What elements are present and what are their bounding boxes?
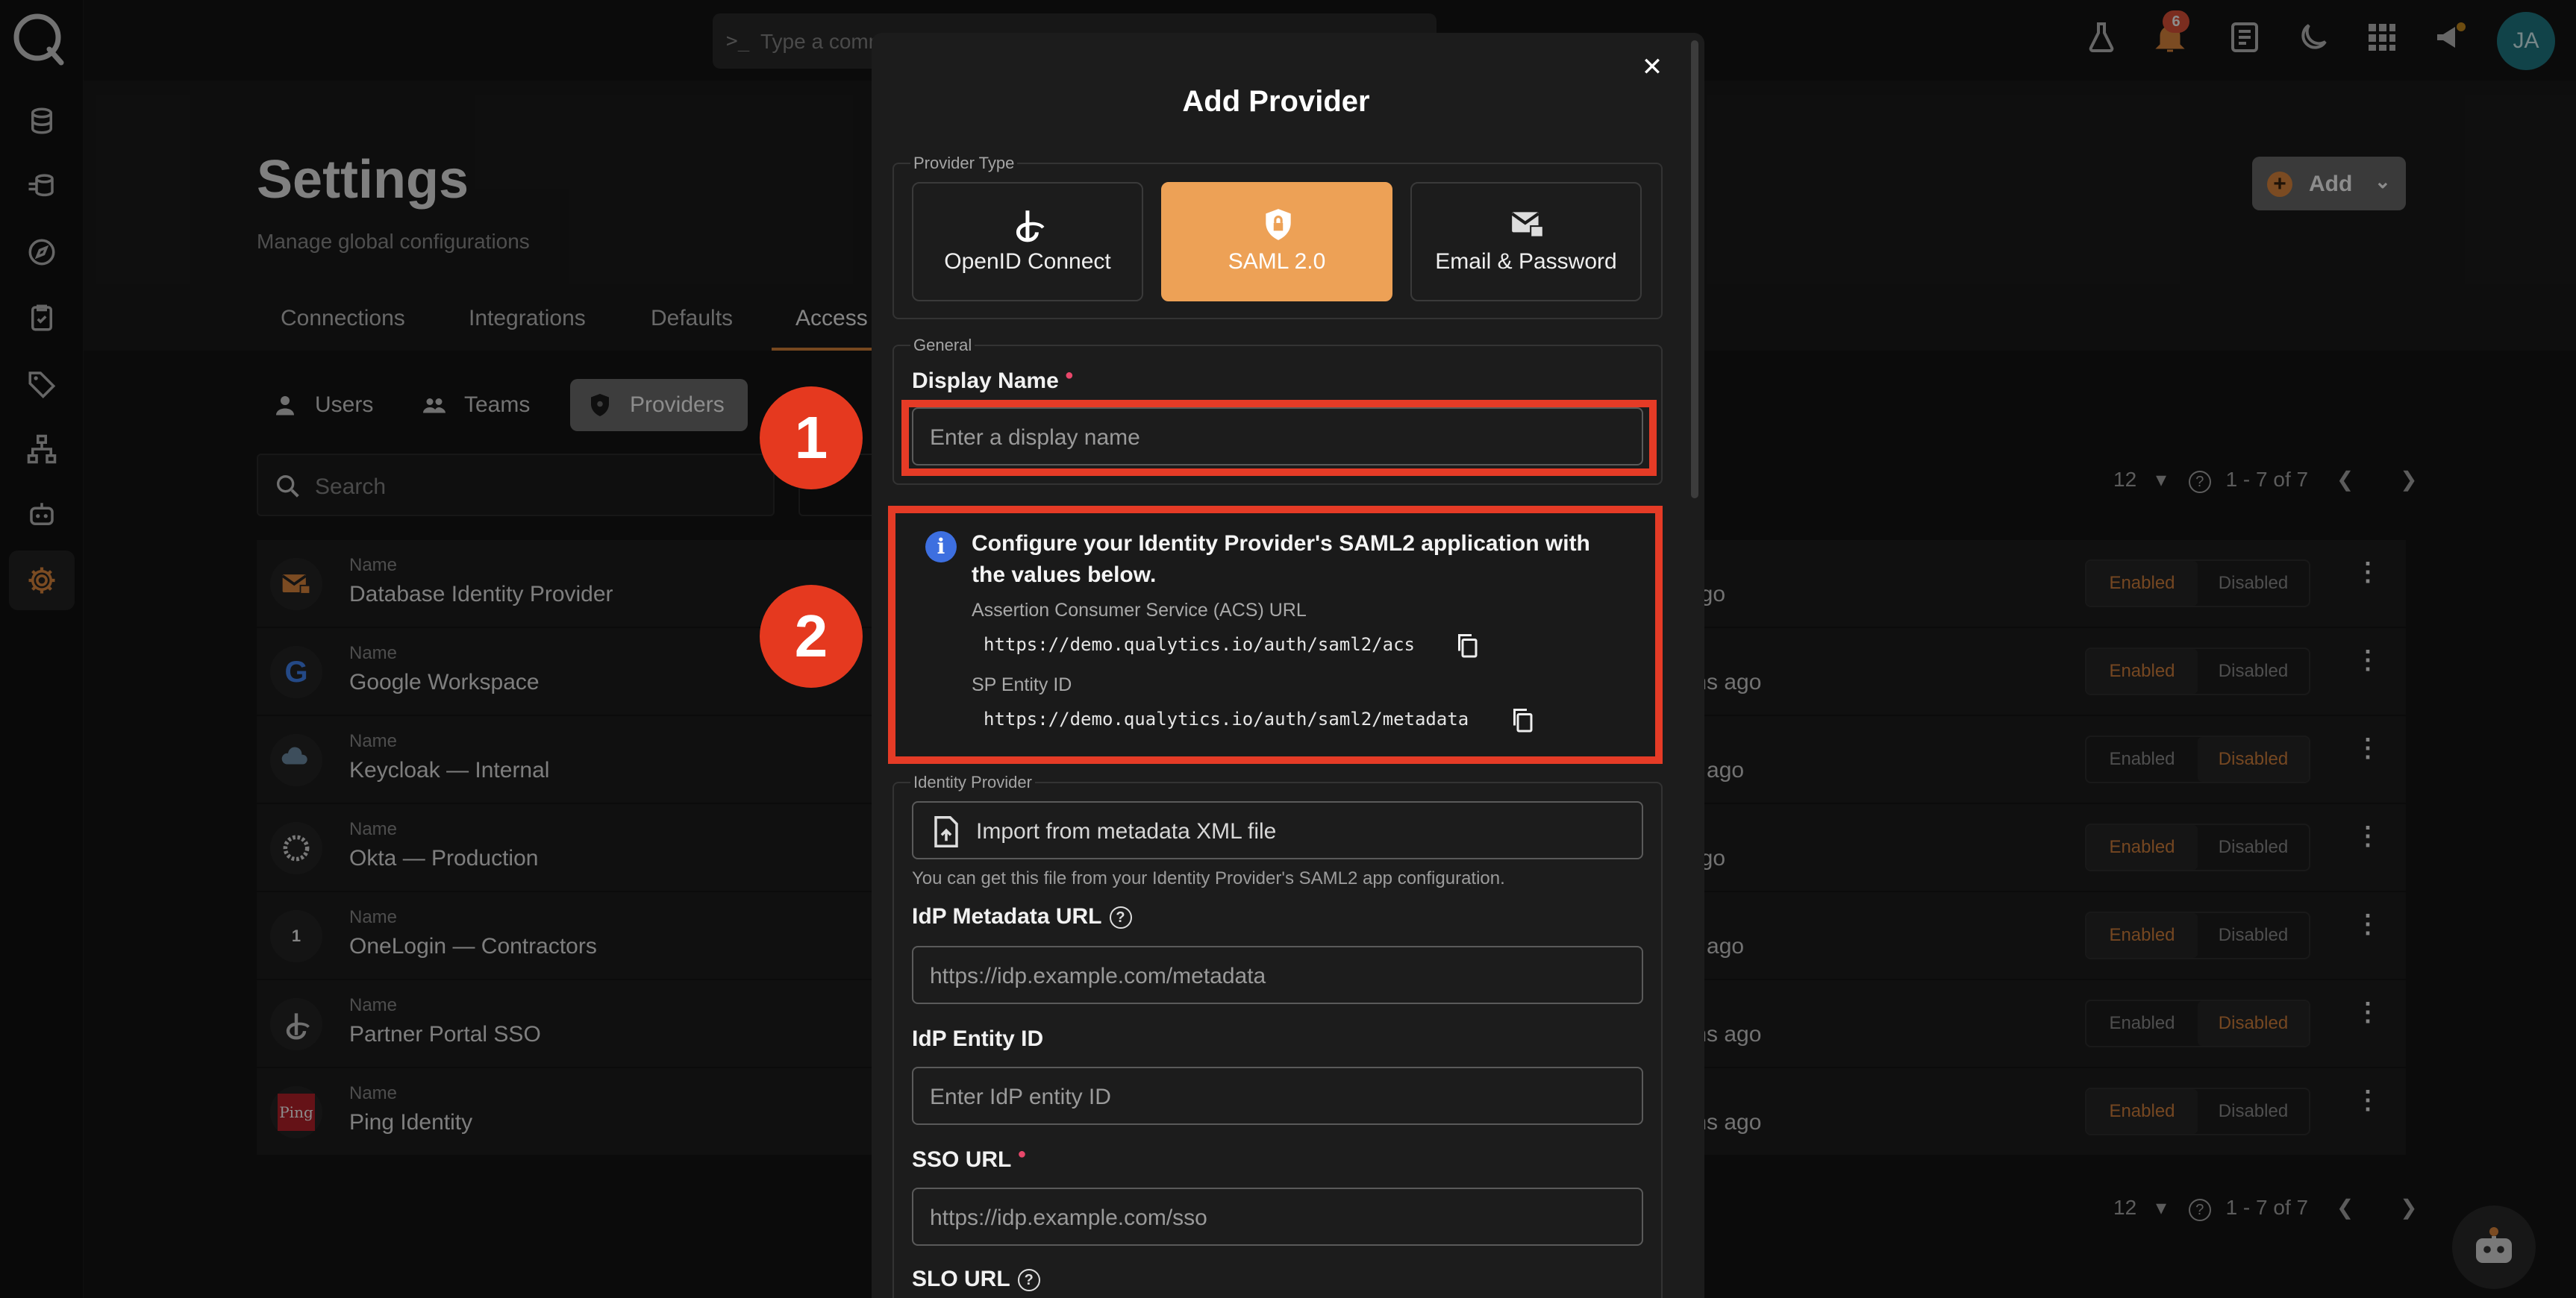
file-upload-icon (934, 816, 958, 847)
required-indicator: ● (1017, 1146, 1027, 1162)
mail-lock-icon (1510, 212, 1544, 238)
general-legend: General (910, 336, 975, 355)
entity-id-input[interactable]: Enter IdP entity ID (912, 1067, 1643, 1125)
metadata-url-label: IdP Metadata URL? (912, 904, 1132, 929)
modal-title: Add Provider (1182, 85, 1370, 118)
info-heading: Configure your Identity Provider's SAML2… (972, 531, 1590, 587)
close-icon[interactable]: ✕ (1639, 54, 1666, 81)
slo-url-label: SLO URL? (912, 1267, 1040, 1292)
acs-url-label: Assertion Consumer Service (ACS) URL (972, 600, 1307, 621)
sp-entity-label: SP Entity ID (972, 674, 1072, 695)
modal-scrollbar[interactable] (1691, 40, 1698, 498)
provider-type-openid[interactable]: OpenID Connect (912, 182, 1143, 301)
sso-url-label-text: SSO URL (912, 1147, 1012, 1172)
metadata-url-input[interactable]: https://idp.example.com/metadata (912, 946, 1643, 1004)
help-icon[interactable]: ? (1017, 1269, 1040, 1292)
sso-url-placeholder: https://idp.example.com/sso (930, 1205, 1207, 1230)
metadata-url-label-text: IdP Metadata URL (912, 904, 1102, 929)
acs-url-value: https://demo.qualytics.io/auth/saml2/acs (984, 634, 1415, 655)
import-metadata-button[interactable]: Import from metadata XML file (912, 801, 1643, 859)
copy-icon[interactable] (1509, 706, 1536, 734)
help-icon[interactable]: ? (1109, 906, 1132, 929)
annotation-marker-1: 1 (760, 386, 863, 489)
import-metadata-label: Import from metadata XML file (976, 819, 1277, 844)
provider-type-saml[interactable]: SAML 2.0 (1161, 182, 1392, 301)
provider-type-legend: Provider Type (910, 154, 1018, 173)
provider-type-label: Email & Password (1435, 249, 1617, 274)
provider-type-label: SAML 2.0 (1228, 249, 1326, 274)
provider-type-email[interactable]: Email & Password (1410, 182, 1642, 301)
copy-icon[interactable] (1454, 631, 1481, 659)
provider-type-label: OpenID Connect (944, 249, 1111, 274)
info-icon: i (925, 531, 957, 562)
annotation-box-1 (901, 400, 1657, 476)
sp-entity-value: https://demo.qualytics.io/auth/saml2/met… (984, 709, 1469, 730)
shield-lock-icon (1266, 209, 1291, 240)
entity-id-label: IdP Entity ID (912, 1026, 1044, 1051)
sso-url-input[interactable]: https://idp.example.com/sso (912, 1188, 1643, 1246)
display-name-label: Display Name ● (912, 367, 1074, 394)
metadata-url-placeholder: https://idp.example.com/metadata (930, 964, 1266, 988)
entity-id-placeholder: Enter IdP entity ID (930, 1085, 1111, 1109)
required-indicator: ● (1064, 367, 1074, 383)
import-hint: You can get this file from your Identity… (912, 868, 1505, 888)
annotation-marker-2: 2 (760, 585, 863, 688)
identity-provider-legend: Identity Provider (910, 773, 1035, 792)
slo-url-label-text: SLO URL (912, 1267, 1010, 1291)
openid-icon (1016, 210, 1045, 242)
display-name-label-text: Display Name (912, 369, 1059, 393)
sso-url-label: SSO URL ● (912, 1146, 1026, 1173)
